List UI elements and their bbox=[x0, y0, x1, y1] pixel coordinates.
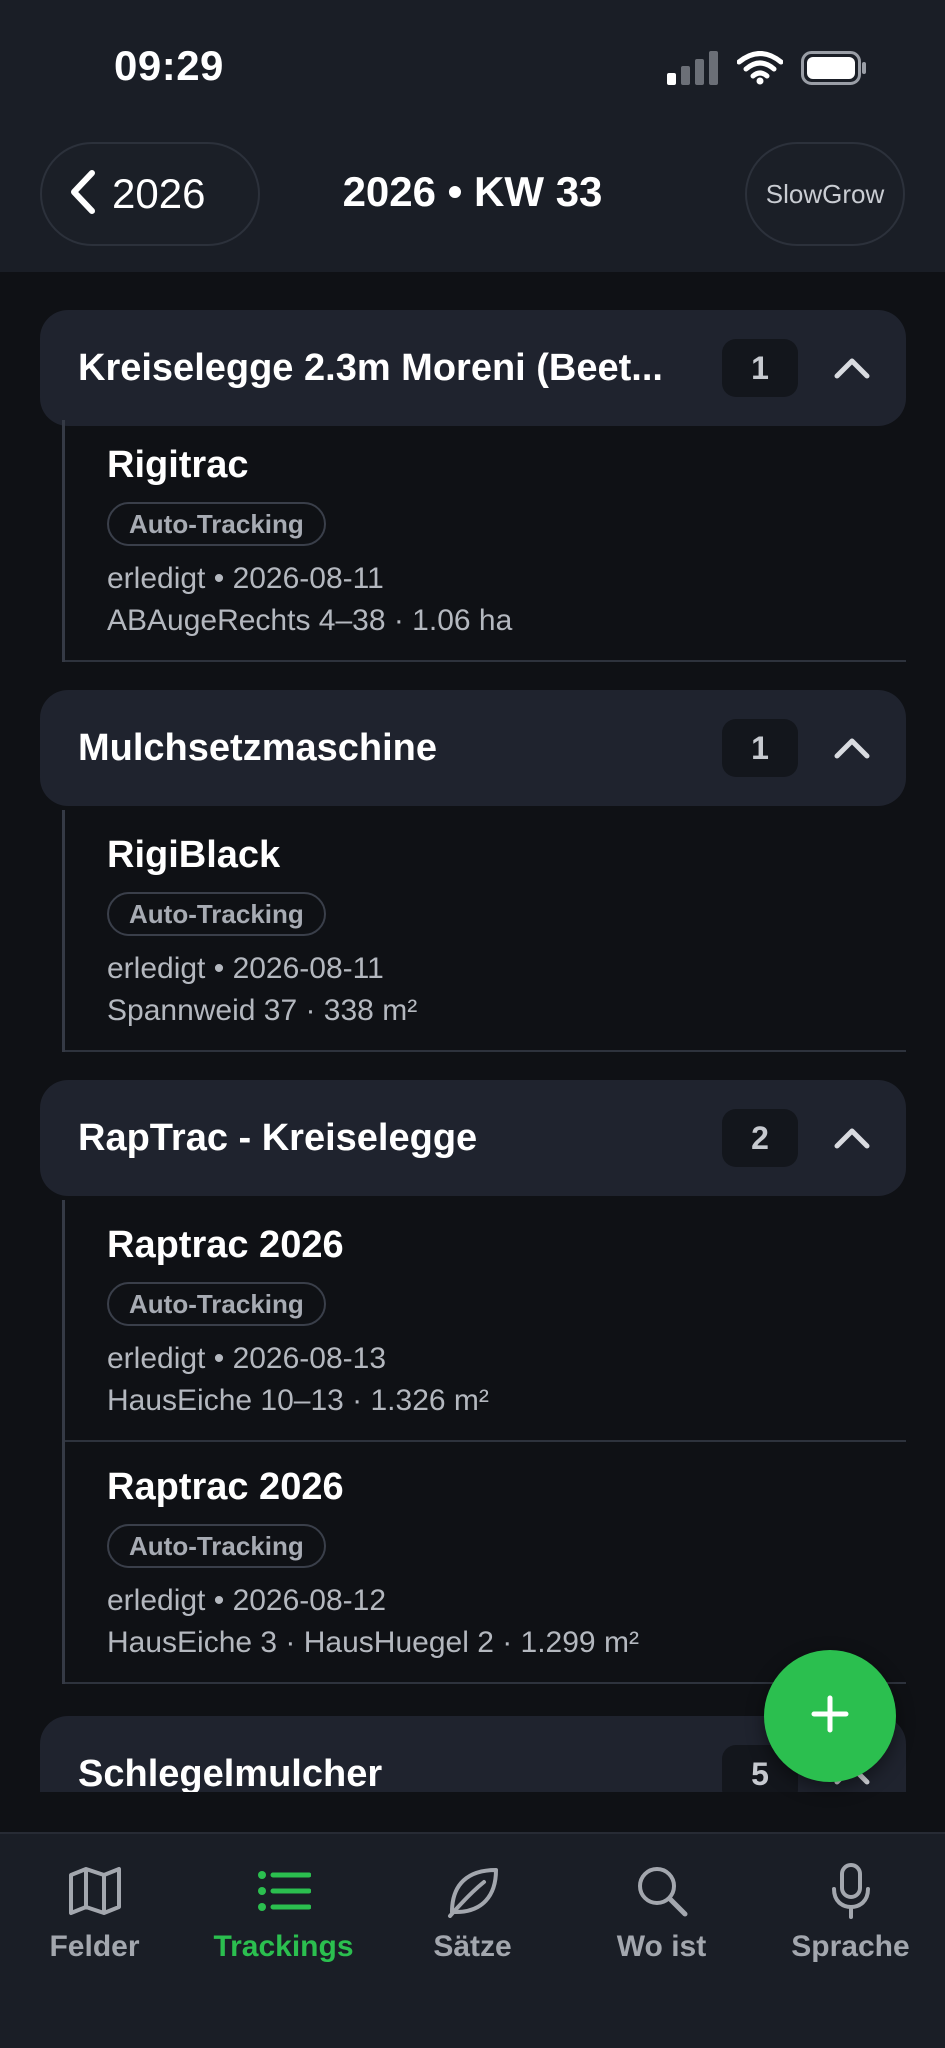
chevron-up-icon[interactable] bbox=[828, 1114, 876, 1162]
slowgrow-button[interactable]: SlowGrow bbox=[745, 142, 905, 246]
auto-tracking-badge: Auto-Tracking bbox=[107, 1524, 326, 1568]
map-icon bbox=[66, 1862, 124, 1920]
item-field-area: HausEiche 10–13 · 1.326 m² bbox=[107, 1384, 489, 1417]
leaf-icon bbox=[444, 1862, 502, 1920]
tab-label: Trackings bbox=[213, 1930, 354, 1963]
tracking-item[interactable]: Raptrac 2026 Auto-Tracking erledigt • 20… bbox=[65, 1442, 906, 1684]
trackings-list[interactable]: Kreiselegge 2.3m Moreni (Beet... 1 Rigit… bbox=[0, 272, 945, 1792]
item-status-date: erledigt • 2026-08-11 bbox=[107, 562, 384, 595]
item-title: RigiBlack bbox=[107, 834, 281, 876]
group-items: Raptrac 2026 Auto-Tracking erledigt • 20… bbox=[62, 1200, 906, 1684]
group-count-badge: 1 bbox=[722, 719, 798, 777]
item-status-date: erledigt • 2026-08-11 bbox=[107, 952, 384, 985]
tab-trackings[interactable]: Trackings bbox=[189, 1834, 378, 2048]
item-title: Rigitrac bbox=[107, 444, 249, 486]
microphone-icon bbox=[822, 1862, 880, 1920]
chevron-up-icon[interactable] bbox=[828, 724, 876, 772]
tab-label: Sprache bbox=[791, 1930, 910, 1963]
item-status-date: erledigt • 2026-08-12 bbox=[107, 1584, 387, 1617]
wifi-icon bbox=[736, 50, 784, 90]
tracking-item[interactable]: RigiBlack Auto-Tracking erledigt • 2026-… bbox=[65, 810, 906, 1052]
add-tracking-button[interactable] bbox=[764, 1650, 896, 1782]
group-items: RigiBlack Auto-Tracking erledigt • 2026-… bbox=[62, 810, 906, 1052]
item-title: Raptrac 2026 bbox=[107, 1224, 344, 1266]
tab-label: Wo ist bbox=[616, 1930, 707, 1963]
auto-tracking-badge: Auto-Tracking bbox=[107, 502, 326, 546]
list-icon bbox=[255, 1862, 313, 1920]
status-time: 09:29 bbox=[114, 42, 224, 89]
group-count-badge: 2 bbox=[722, 1109, 798, 1167]
search-icon bbox=[633, 1862, 691, 1920]
chevron-up-icon[interactable] bbox=[828, 344, 876, 392]
tab-saetze[interactable]: Sätze bbox=[378, 1834, 567, 2048]
group-header-mulchsetzmaschine[interactable]: Mulchsetzmaschine 1 bbox=[40, 690, 906, 806]
item-field-area: HausEiche 3 · HausHuegel 2 · 1.299 m² bbox=[107, 1626, 639, 1659]
tab-wo-ist[interactable]: Wo ist bbox=[567, 1834, 756, 2048]
group-items: Rigitrac Auto-Tracking erledigt • 2026-0… bbox=[62, 420, 906, 662]
tab-label: Felder bbox=[49, 1930, 140, 1963]
status-icons bbox=[667, 50, 867, 90]
group-count-badge: 1 bbox=[722, 339, 798, 397]
group-header-kreiselegge-moreni[interactable]: Kreiselegge 2.3m Moreni (Beet... 1 bbox=[40, 310, 906, 426]
tracking-item[interactable]: Raptrac 2026 Auto-Tracking erledigt • 20… bbox=[65, 1200, 906, 1442]
group-title: Kreiselegge 2.3m Moreni (Beet... bbox=[78, 346, 663, 389]
auto-tracking-badge: Auto-Tracking bbox=[107, 892, 326, 936]
group-header-raptrac-kreiselegge[interactable]: RapTrac - Kreiselegge 2 bbox=[40, 1080, 906, 1196]
auto-tracking-badge: Auto-Tracking bbox=[107, 1282, 326, 1326]
tab-sprache[interactable]: Sprache bbox=[756, 1834, 945, 2048]
item-field-area: ABAugeRechts 4–38 · 1.06 ha bbox=[107, 604, 513, 637]
group-title: Schlegelmulcher bbox=[78, 1752, 383, 1793]
tracking-item[interactable]: Rigitrac Auto-Tracking erledigt • 2026-0… bbox=[65, 420, 906, 662]
bottom-tab-bar: Felder Trackings Sätze Wo ist Sprache bbox=[0, 1832, 945, 2048]
tab-label: Sätze bbox=[433, 1930, 512, 1963]
plus-icon bbox=[810, 1694, 850, 1739]
group-title: Mulchsetzmaschine bbox=[78, 726, 437, 769]
top-bar: 09:29 2026 2026 • KW 33 SlowGrow bbox=[0, 0, 945, 272]
group-title: RapTrac - Kreiselegge bbox=[78, 1116, 478, 1159]
item-status-date: erledigt • 2026-08-13 bbox=[107, 1342, 387, 1375]
item-title: Raptrac 2026 bbox=[107, 1466, 344, 1508]
item-field-area: Spannweid 37 · 338 m² bbox=[107, 994, 418, 1027]
cellular-signal-icon bbox=[667, 50, 719, 90]
battery-icon bbox=[801, 50, 867, 90]
tab-felder[interactable]: Felder bbox=[0, 1834, 189, 2048]
